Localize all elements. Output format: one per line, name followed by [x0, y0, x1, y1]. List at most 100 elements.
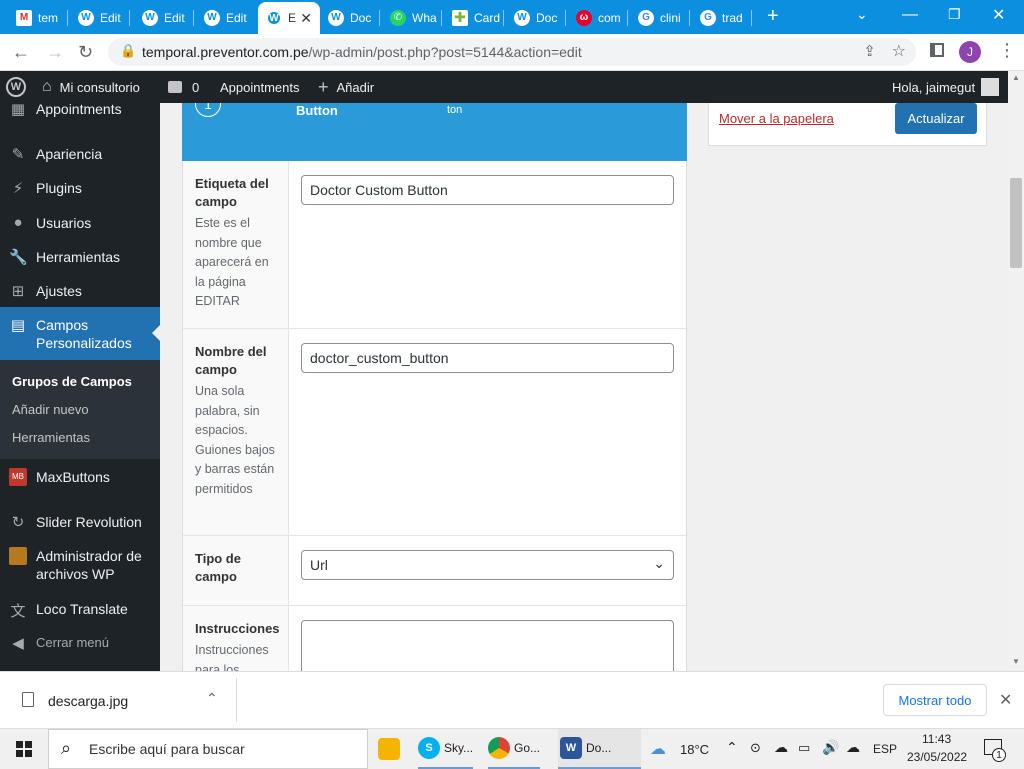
submenu-item-herramientas[interactable]: Herramientas: [12, 430, 90, 445]
profile-avatar[interactable]: J: [959, 41, 981, 63]
browser-tab[interactable]: G trad: [692, 4, 752, 31]
scroll-down-icon[interactable]: ▼: [1012, 657, 1020, 666]
reload-icon[interactable]: ↻: [78, 42, 93, 63]
close-tab-icon[interactable]: ✕: [300, 10, 312, 27]
url-field[interactable]: 🔒 temporal.preventor.com.pe/wp-admin/pos…: [108, 38, 916, 66]
taskbar-app-chrome[interactable]: Go...: [488, 729, 541, 769]
download-filename[interactable]: descarga.jpg: [48, 693, 128, 709]
share-icon[interactable]: ⇪: [863, 42, 876, 60]
add-new-link[interactable]: + Añadir: [318, 71, 374, 103]
move-to-trash-link[interactable]: Mover a la papelera: [719, 111, 834, 126]
side-panel-icon[interactable]: [930, 43, 944, 57]
divider: [236, 678, 237, 722]
field-row-name: Nombre del campo Una sola palabra, sin e…: [183, 329, 686, 536]
comments-link[interactable]: 0: [168, 71, 199, 103]
show-all-button[interactable]: Mostrar todo: [883, 684, 987, 716]
browser-tab[interactable]: ✚ Card: [444, 4, 504, 31]
taskbar-search-box[interactable]: ⌕ Escribe aquí para buscar: [48, 729, 368, 769]
taskbar-app-skype[interactable]: S Sky...: [418, 729, 474, 769]
sidebar-item-label: Herramientas: [36, 249, 121, 265]
field-type-select[interactable]: Url ⌄: [301, 550, 674, 580]
browser-tab[interactable]: ✆ Wha: [382, 4, 442, 31]
sidebar-item-label: Usuarios: [36, 215, 92, 231]
browser-tab-active[interactable]: W E ✕: [258, 2, 320, 34]
browser-tab[interactable]: W Edit: [196, 4, 256, 31]
language-indicator[interactable]: ESP: [873, 742, 897, 756]
onedrive-cloud-icon[interactable]: ☁: [774, 739, 788, 756]
brush-icon: ✎: [11, 146, 25, 163]
taskbar-app-label: Sky...: [444, 741, 474, 755]
url-host: temporal.preventor.com.pe: [142, 44, 309, 60]
tab-title: clini: [660, 10, 681, 25]
tab-title: tem: [38, 10, 59, 25]
close-window-icon[interactable]: ✕: [992, 5, 1005, 25]
browser-tab[interactable]: W Doc: [506, 4, 566, 31]
site-name-link[interactable]: ⌂ Mi consultorio: [42, 71, 140, 103]
temperature-label[interactable]: 18°C: [680, 742, 709, 757]
back-arrow-icon[interactable]: ←: [12, 42, 30, 63]
sidebar-item-label: Cerrar menú: [36, 635, 109, 650]
sidebar-submenu: Grupos de Campos Añadir nuevo Herramient…: [0, 360, 160, 459]
chevron-up-icon[interactable]: ⌃: [206, 690, 218, 707]
field-instructions-textarea[interactable]: [301, 620, 674, 671]
field-header[interactable]: 1 Button ton: [182, 103, 687, 161]
tab-search-chevron-icon[interactable]: ⌄: [856, 6, 868, 23]
clock-time[interactable]: 11:43: [922, 732, 951, 746]
google-icon: G: [700, 9, 716, 26]
scroll-up-icon[interactable]: ▲: [1012, 73, 1020, 82]
field-label-input[interactable]: Doctor Custom Button: [301, 175, 674, 205]
word-icon: W: [560, 737, 582, 759]
account-menu[interactable]: Hola, jaimegut: [892, 71, 1000, 103]
update-button[interactable]: Actualizar: [895, 103, 977, 134]
browser-tab[interactable]: W Edit: [134, 4, 194, 31]
home-icon: ⌂: [42, 78, 52, 95]
submenu-item-grupos-de-campos[interactable]: Grupos de Campos: [12, 374, 132, 389]
field-settings-table: Etiqueta del campo Este es el nombre que…: [182, 161, 687, 671]
table-icon: ▤: [10, 317, 26, 334]
user-avatar-icon: [981, 78, 1000, 96]
notifications-count: 1: [992, 748, 1006, 762]
weather-cloud-icon[interactable]: ☁: [650, 739, 666, 759]
browser-tab[interactable]: W Edit: [70, 4, 130, 31]
field-name-input[interactable]: doctor_custom_button: [301, 343, 674, 373]
tab-title: E: [288, 11, 297, 25]
taskbar-app-explorer[interactable]: [378, 729, 404, 769]
page-scrollbar[interactable]: ▲ ▼: [1008, 71, 1024, 671]
browser-menu-icon[interactable]: ⋮: [998, 40, 1016, 61]
wordpress-logo-icon[interactable]: W: [6, 71, 26, 103]
sidebar-item-label: Administrador de archivos WP: [36, 548, 142, 582]
wuolah-icon: ω: [576, 9, 592, 26]
forward-arrow-icon[interactable]: →: [46, 42, 64, 63]
tray-chevron-up-icon[interactable]: ⌃: [726, 739, 738, 756]
close-downloads-icon[interactable]: ✕: [999, 690, 1012, 710]
wordpress-icon: W: [266, 10, 282, 26]
new-tab-icon[interactable]: +: [767, 5, 779, 28]
field-row-label: Etiqueta del campo Este es el nombre que…: [183, 161, 686, 329]
windows-start-icon[interactable]: [16, 741, 32, 757]
site-name-label: Mi consultorio: [59, 79, 140, 95]
bookmark-star-icon[interactable]: ☆: [892, 41, 906, 61]
field-order-badge: 1: [195, 103, 221, 117]
restore-icon[interactable]: ❐: [948, 6, 961, 23]
browser-tab[interactable]: M tem: [8, 4, 68, 31]
appointments-link[interactable]: Appointments: [220, 71, 300, 103]
file-explorer-icon: [378, 738, 400, 760]
tab-title: Edit: [226, 10, 247, 25]
taskbar-app-word[interactable]: W Do...: [558, 729, 642, 769]
tray-app-icon[interactable]: ⊙: [750, 740, 761, 756]
admin-sidebar: ▦ Appointments ✎ Apariencia ⚡ Plugins ● …: [0, 103, 160, 671]
scrollbar-thumb[interactable]: [1010, 178, 1022, 268]
submenu-item-anadir-nuevo[interactable]: Añadir nuevo: [12, 402, 89, 417]
sync-cloud-icon[interactable]: ☁: [846, 739, 860, 756]
minimize-icon[interactable]: —: [902, 6, 918, 24]
browser-tab[interactable]: ω com: [568, 4, 628, 31]
clock-date[interactable]: 23/05/2022: [907, 750, 967, 764]
browser-tab[interactable]: W Doc: [320, 4, 380, 31]
network-icon[interactable]: ▭: [798, 740, 810, 756]
volume-icon[interactable]: 🔊: [822, 739, 839, 756]
browser-tab[interactable]: G clini: [630, 4, 690, 31]
sidebar-item-label: MaxButtons: [36, 469, 110, 485]
google-icon: G: [638, 9, 654, 26]
field-header-type: ton: [447, 104, 463, 116]
field-row-label-cell: Tipo de campo: [183, 536, 289, 605]
